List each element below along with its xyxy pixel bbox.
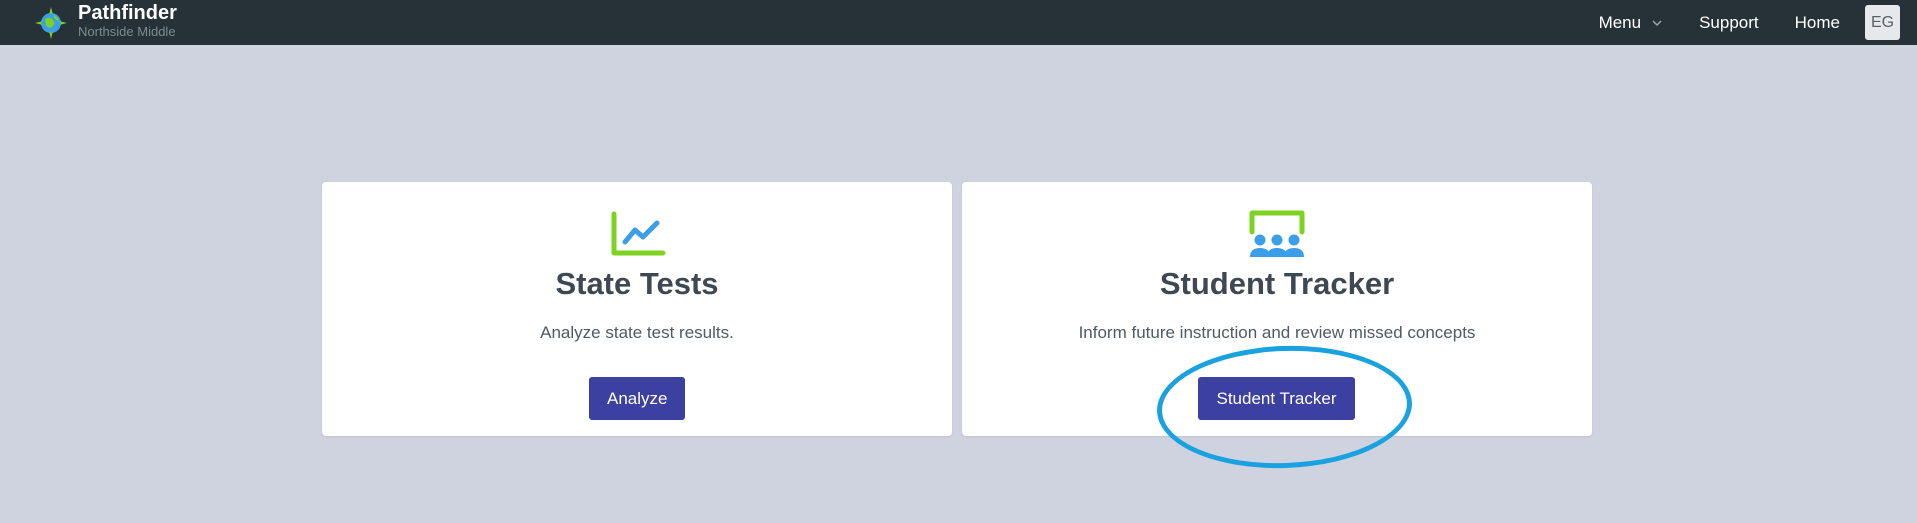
classroom-students-icon (1249, 210, 1305, 257)
card-description: Analyze state test results. (540, 323, 734, 342)
compass-globe-icon (35, 6, 67, 39)
brand[interactable]: Pathfinder Northside Middle (34, 0, 177, 45)
support-link[interactable]: Support (1699, 13, 1759, 33)
menu-dropdown[interactable]: Menu (1599, 13, 1664, 33)
home-link[interactable]: Home (1795, 13, 1840, 33)
menu-label: Menu (1598, 12, 1642, 32)
card-title: Student Tracker (1159, 266, 1395, 301)
chevron-down-icon (1652, 19, 1662, 26)
line-chart-icon (611, 211, 666, 256)
student-tracker-button[interactable]: Student Tracker (1198, 377, 1355, 420)
top-navbar: Pathfinder Northside Middle Menu Support… (0, 0, 1917, 45)
analyze-button[interactable]: Analyze (589, 377, 685, 420)
school-name: Northside Middle (78, 24, 176, 39)
state-tests-card: State Tests Analyze state test results. … (322, 182, 952, 436)
app-title: Pathfinder (78, 2, 177, 24)
nav-menu: Menu Support Home EG (1563, 0, 1900, 45)
card-description: Inform future instruction and review mis… (1078, 323, 1476, 342)
student-tracker-card: Student Tracker Inform future instructio… (962, 182, 1592, 436)
card-title: State Tests (555, 266, 719, 301)
avatar[interactable]: EG (1865, 5, 1900, 40)
